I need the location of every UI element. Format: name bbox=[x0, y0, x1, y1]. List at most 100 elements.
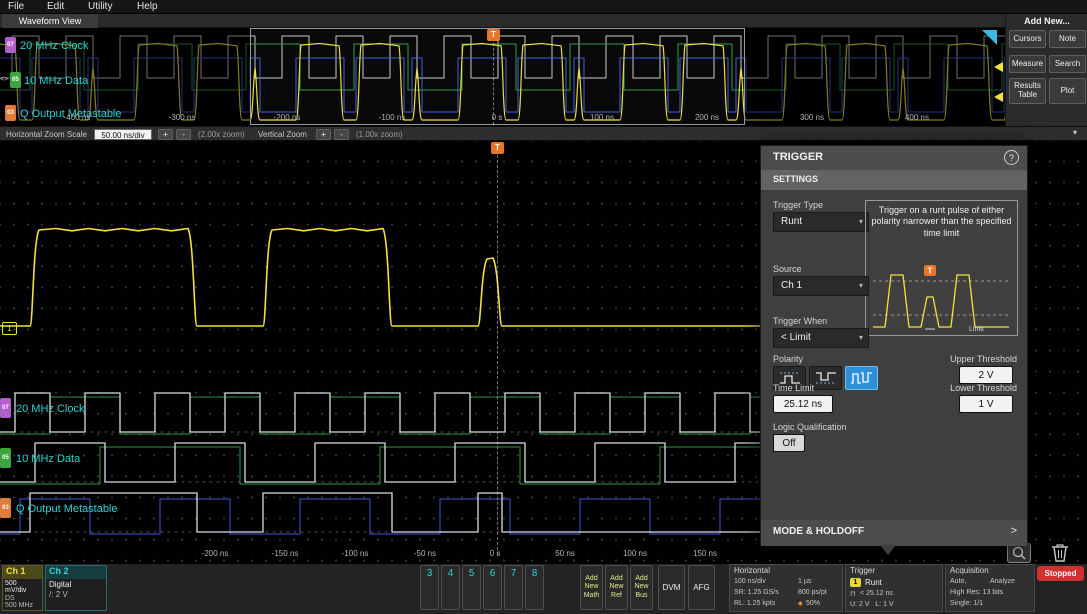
polarity-label: Polarity bbox=[773, 354, 804, 364]
expand-arrow-icon: > bbox=[1010, 525, 1017, 537]
main-trigger-line bbox=[497, 155, 498, 555]
vzoom-minus-button[interactable]: - bbox=[334, 129, 349, 140]
ch3-button[interactable]: 3 bbox=[420, 565, 439, 610]
add-ref-line3: Ref bbox=[611, 591, 622, 599]
trigger-type-dropdown[interactable]: Runt ▾ bbox=[773, 212, 869, 232]
add-math-line1: Add bbox=[585, 574, 598, 582]
bus-expand-icon[interactable]: <> bbox=[0, 76, 8, 83]
help-icon[interactable]: ? bbox=[1004, 150, 1019, 165]
trigger-position-marker-overview[interactable]: T bbox=[487, 29, 500, 41]
trigger-description-text: Trigger on a runt pulse of either polari… bbox=[871, 205, 1012, 238]
add-new-bus-button[interactable]: Add New Bus bbox=[630, 565, 653, 610]
dvm-button[interactable]: DVM bbox=[658, 565, 685, 610]
trigger-position-marker-main[interactable]: T bbox=[491, 142, 504, 154]
ch1-position-marker[interactable]: 1 bbox=[2, 322, 17, 335]
polarity-either-button[interactable] bbox=[845, 366, 878, 390]
add-new-ref-button[interactable]: Add New Ref bbox=[605, 565, 628, 610]
digital-badge-d3-main[interactable]: 03 bbox=[0, 498, 11, 518]
ch2-threshold-value: 2 V bbox=[55, 590, 68, 599]
trigger-badge[interactable]: Trigger 1 Runt ⊓ < 25.12 ns U: 2 V L: 1 … bbox=[845, 564, 943, 612]
logic-qualification-label: Logic Qualification bbox=[773, 422, 847, 432]
acquisition-badge[interactable]: Acquisition Auto, Analyze High Res: 13 b… bbox=[945, 564, 1035, 612]
time-limit-field[interactable]: 25.12 ns bbox=[773, 395, 833, 413]
menu-bar: File Edit Utility Help bbox=[0, 0, 1087, 14]
ch1-badge[interactable]: Ch 1 500 mV/div DS 500 MHz bbox=[2, 565, 43, 611]
hzoom-minus-button[interactable]: - bbox=[176, 129, 191, 140]
lower-threshold-label: Lower Threshold bbox=[950, 383, 1017, 393]
overview-time-label: 400 ns bbox=[904, 113, 930, 122]
add-bus-line3: Bus bbox=[635, 591, 648, 599]
main-time-label: -50 ns bbox=[413, 549, 437, 558]
zoom-tool-button[interactable] bbox=[1007, 543, 1031, 563]
menu-item-utility[interactable]: Utility bbox=[88, 1, 112, 12]
ch1-level-arrow-upper[interactable] bbox=[994, 62, 1003, 72]
logic-qualification-toggle[interactable]: Off bbox=[773, 434, 805, 452]
menu-item-file[interactable]: File bbox=[8, 1, 24, 12]
mode-holdoff-bar[interactable]: MODE & HOLDOFF > bbox=[761, 520, 1027, 546]
add-search-button[interactable]: Search bbox=[1049, 55, 1086, 73]
add-new-math-button[interactable]: Add New Math bbox=[580, 565, 603, 610]
trigger-levels: U: 2 V L: 1 V bbox=[850, 601, 894, 608]
digital-badge-d3[interactable]: 03 bbox=[5, 105, 16, 121]
time-limit-label: Time Limit bbox=[773, 383, 815, 393]
overview-time-label: 200 ns bbox=[694, 113, 720, 122]
add-ref-line2: New bbox=[609, 583, 624, 591]
ch1-scale: 500 mV/div bbox=[5, 580, 27, 594]
trigger-type-value: Runt bbox=[781, 216, 803, 227]
hzoom-plus-button[interactable]: + bbox=[158, 129, 173, 140]
trigger-config-panel: TRIGGER ? SETTINGS Trigger Type Runt ▾ T… bbox=[760, 145, 1028, 546]
menu-item-help[interactable]: Help bbox=[137, 1, 158, 12]
threshold-icon: / bbox=[49, 590, 52, 599]
tab-waveform-view[interactable]: Waveform View bbox=[2, 14, 98, 28]
zoom-scale-bar: Horizontal Zoom Scale 50.00 ns/div + - (… bbox=[0, 126, 1087, 141]
ch8-button[interactable]: 8 bbox=[525, 565, 544, 610]
lower-threshold-field[interactable]: 1 V bbox=[959, 395, 1013, 413]
add-math-line3: Math bbox=[583, 591, 600, 599]
afg-button[interactable]: AFG bbox=[688, 565, 715, 610]
add-ref-line1: Add bbox=[610, 574, 623, 582]
add-results-table-button[interactable]: Results Table bbox=[1009, 78, 1046, 104]
trash-icon[interactable] bbox=[1048, 541, 1072, 563]
add-cursors-button[interactable]: Cursors bbox=[1009, 30, 1046, 48]
upper-threshold-field[interactable]: 2 V bbox=[959, 366, 1013, 384]
source-dropdown[interactable]: Ch 1 ▾ bbox=[773, 276, 869, 296]
digital-badge-d7-main[interactable]: 07 bbox=[0, 398, 11, 418]
digital-badge-d7[interactable]: 07 bbox=[5, 37, 16, 53]
main-waveform-canvas[interactable] bbox=[0, 141, 760, 563]
vzoom-plus-button[interactable]: + bbox=[316, 129, 331, 140]
ch2-badge[interactable]: Ch 2 Digital /: 2 V bbox=[45, 565, 107, 611]
add-measure-button[interactable]: Measure bbox=[1009, 55, 1046, 73]
main-time-label: 0 s bbox=[489, 549, 501, 558]
settings-section-label: SETTINGS bbox=[773, 174, 819, 184]
trigger-when-dropdown[interactable]: < Limit ▾ bbox=[773, 328, 869, 348]
zoom-scale-input[interactable]: 50.00 ns/div bbox=[94, 129, 152, 140]
horizontal-sample-rate: SR: 1.25 GS/s bbox=[734, 589, 779, 596]
digital-badge-d5-main[interactable]: 05 bbox=[0, 448, 11, 468]
trigger-level-indicator[interactable] bbox=[982, 30, 997, 45]
runt-glyph-icon: ⊓ bbox=[850, 591, 856, 598]
ch6-button[interactable]: 6 bbox=[483, 565, 502, 610]
overview-zoom-window[interactable] bbox=[250, 28, 745, 125]
menu-item-edit[interactable]: Edit bbox=[47, 1, 64, 12]
ch2-badge-title: Ch 2 bbox=[46, 566, 106, 579]
ch5-button[interactable]: 5 bbox=[462, 565, 481, 610]
ch1-coupling: DS bbox=[5, 595, 15, 602]
ch4-button[interactable]: 4 bbox=[441, 565, 460, 610]
horizontal-position: 50% bbox=[806, 600, 821, 607]
ch1-level-arrow-lower[interactable] bbox=[994, 92, 1003, 102]
horizontal-badge[interactable]: Horizontal 100 ns/div 1 µs SR: 1.25 GS/s… bbox=[729, 564, 843, 612]
main-time-label: 150 ns bbox=[692, 549, 718, 558]
chevron-down-icon: ▾ bbox=[858, 217, 863, 226]
main-time-label: 100 ns bbox=[622, 549, 648, 558]
settings-section-bar: SETTINGS bbox=[761, 170, 1027, 190]
collapse-chevron-icon[interactable]: ▾ bbox=[1073, 128, 1077, 137]
stopped-status-button[interactable]: Stopped bbox=[1037, 566, 1084, 581]
ch7-button[interactable]: 7 bbox=[504, 565, 523, 610]
add-note-button[interactable]: Note bbox=[1049, 30, 1086, 48]
upper-threshold-label: Upper Threshold bbox=[950, 354, 1017, 364]
trigger-when-value: < Limit bbox=[781, 332, 811, 343]
digital-badge-d5[interactable]: 05 bbox=[10, 72, 21, 88]
add-plot-button[interactable]: Plot bbox=[1049, 78, 1086, 104]
overview-time-label: 0 s bbox=[491, 113, 503, 122]
trigger-description-box: Trigger on a runt pulse of either polari… bbox=[865, 200, 1018, 336]
